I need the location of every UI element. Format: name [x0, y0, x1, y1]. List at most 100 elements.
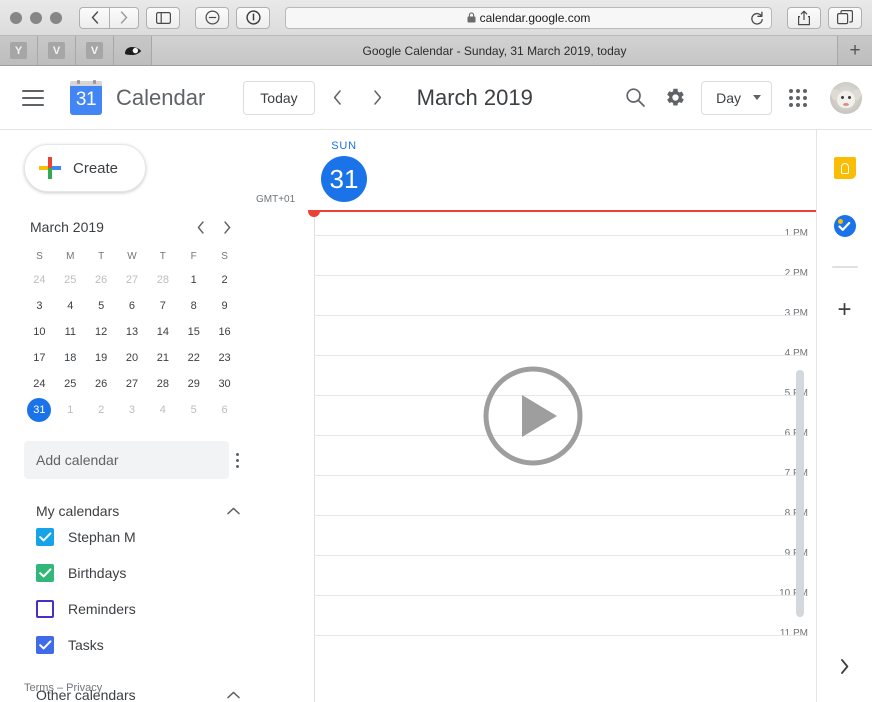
mini-calendar-day[interactable]: 10: [24, 319, 55, 345]
mini-calendar-day[interactable]: 27: [117, 267, 148, 293]
hour-slot[interactable]: 8 PM: [250, 508, 816, 555]
calendar-list-item[interactable]: Stephan M: [12, 519, 250, 555]
more-options-icon[interactable]: [235, 452, 240, 468]
content-blocker-icon[interactable]: [195, 6, 229, 29]
add-calendar-input[interactable]: [24, 441, 229, 479]
mini-calendar-day[interactable]: 25: [55, 371, 86, 397]
calendar-list-item[interactable]: Reminders: [12, 591, 250, 627]
calendar-list-item[interactable]: Birthdays: [12, 555, 250, 591]
search-icon[interactable]: [615, 78, 655, 118]
mini-calendar-day[interactable]: 24: [24, 371, 55, 397]
pinned-tab-dark[interactable]: [114, 36, 152, 65]
mini-calendar-day[interactable]: 14: [147, 319, 178, 345]
mini-calendar-day[interactable]: 3: [117, 397, 148, 423]
pinned-tab-v2[interactable]: V: [76, 36, 114, 65]
share-icon[interactable]: [787, 6, 821, 29]
mini-calendar-day[interactable]: 16: [209, 319, 240, 345]
mini-calendar-day[interactable]: 17: [24, 345, 55, 371]
mini-calendar-day[interactable]: 12: [86, 319, 117, 345]
play-button-icon[interactable]: [481, 364, 585, 468]
chevron-right-icon[interactable]: [825, 646, 865, 686]
mini-calendar-day[interactable]: 3: [24, 293, 55, 319]
my-calendars-section-header[interactable]: My calendars: [36, 503, 240, 519]
mini-calendar-day[interactable]: 11: [55, 319, 86, 345]
footer-links[interactable]: Terms – Privacy: [24, 682, 102, 694]
hour-slot[interactable]: 3 PM: [250, 308, 816, 355]
maximize-window-button[interactable]: [50, 11, 62, 24]
mini-calendar-next-button[interactable]: [214, 214, 240, 240]
mini-calendar-day[interactable]: 26: [86, 371, 117, 397]
mini-calendar-day[interactable]: 23: [209, 345, 240, 371]
mini-calendar-day[interactable]: 15: [178, 319, 209, 345]
mini-calendar-day[interactable]: 4: [147, 397, 178, 423]
mini-calendar-day[interactable]: 7: [147, 293, 178, 319]
checkbox-checked[interactable]: [36, 564, 54, 582]
reader-mode-icon[interactable]: [236, 6, 270, 29]
mini-calendar-day[interactable]: 6: [117, 293, 148, 319]
hour-slot[interactable]: 2 PM: [250, 268, 816, 315]
hour-slot[interactable]: 9 PM: [250, 548, 816, 595]
new-tab-button[interactable]: +: [838, 36, 872, 65]
mini-calendar-day[interactable]: 24: [24, 267, 55, 293]
hour-slot[interactable]: 10 PM: [250, 588, 816, 635]
forward-icon[interactable]: [109, 6, 139, 29]
mini-calendar-day[interactable]: 29: [178, 371, 209, 397]
pinned-tab-v1[interactable]: V: [38, 36, 76, 65]
mini-calendar-day[interactable]: 4: [55, 293, 86, 319]
previous-period-button[interactable]: [321, 81, 355, 115]
mini-calendar-day[interactable]: 2: [209, 267, 240, 293]
mini-calendar-day[interactable]: 22: [178, 345, 209, 371]
mini-calendar-day[interactable]: 6: [209, 397, 240, 423]
tab-overview-icon[interactable]: [828, 6, 862, 29]
user-avatar[interactable]: [830, 81, 862, 114]
mini-calendar-day[interactable]: 25: [55, 267, 86, 293]
selected-day-pill[interactable]: SUN 31: [312, 140, 376, 202]
checkbox-checked[interactable]: [36, 636, 54, 654]
google-tasks-icon[interactable]: [825, 206, 865, 246]
address-bar[interactable]: calendar.google.com: [285, 6, 772, 31]
hour-slot[interactable]: 1 PM: [250, 228, 816, 275]
vertical-scrollbar[interactable]: [796, 370, 804, 617]
hour-slot[interactable]: 12 PM: [250, 210, 816, 235]
back-icon[interactable]: [79, 6, 109, 29]
active-browser-tab[interactable]: Google Calendar - Sunday, 31 March 2019,…: [152, 36, 838, 65]
pinned-tab-y[interactable]: Y: [0, 36, 38, 65]
gear-icon[interactable]: [655, 78, 695, 118]
mini-calendar-day[interactable]: 21: [147, 345, 178, 371]
hamburger-menu-icon[interactable]: [22, 89, 56, 106]
mini-calendar-prev-button[interactable]: [188, 214, 214, 240]
mini-calendar-day[interactable]: 2: [86, 397, 117, 423]
mini-calendar-day-today[interactable]: 31: [24, 397, 55, 423]
mini-calendar-day[interactable]: 26: [86, 267, 117, 293]
checkbox-checked[interactable]: [36, 528, 54, 546]
google-keep-icon[interactable]: [825, 148, 865, 188]
mini-calendar-day[interactable]: 30: [209, 371, 240, 397]
minimize-window-button[interactable]: [30, 11, 42, 24]
sidebar-toggle-icon[interactable]: [146, 6, 180, 29]
close-window-button[interactable]: [10, 11, 22, 24]
add-app-button[interactable]: +: [825, 290, 865, 330]
hour-slot[interactable]: 11 PM: [250, 628, 816, 675]
mini-calendar-day[interactable]: 5: [86, 293, 117, 319]
today-button[interactable]: Today: [243, 80, 315, 115]
next-period-button[interactable]: [361, 81, 395, 115]
mini-calendar-day[interactable]: 28: [147, 371, 178, 397]
mini-calendar-day[interactable]: 1: [178, 267, 209, 293]
mini-calendar-day[interactable]: 8: [178, 293, 209, 319]
reload-icon[interactable]: [750, 11, 764, 31]
mini-calendar-day[interactable]: 9: [209, 293, 240, 319]
mini-calendar-day[interactable]: 19: [86, 345, 117, 371]
calendar-list-item[interactable]: Tasks: [12, 627, 250, 663]
view-selector[interactable]: Day: [701, 80, 772, 115]
checkbox-unchecked[interactable]: [36, 600, 54, 618]
mini-calendar-day[interactable]: 20: [117, 345, 148, 371]
mini-calendar-day[interactable]: 1: [55, 397, 86, 423]
mini-calendar-day[interactable]: 5: [178, 397, 209, 423]
apps-grid-icon[interactable]: [778, 78, 818, 118]
create-event-button[interactable]: Create: [24, 144, 146, 192]
mini-calendar-day[interactable]: 13: [117, 319, 148, 345]
mini-calendar-day[interactable]: 18: [55, 345, 86, 371]
window-traffic-lights[interactable]: [10, 11, 62, 24]
mini-calendar-day[interactable]: 27: [117, 371, 148, 397]
hour-slot[interactable]: 7 PM: [250, 468, 816, 515]
